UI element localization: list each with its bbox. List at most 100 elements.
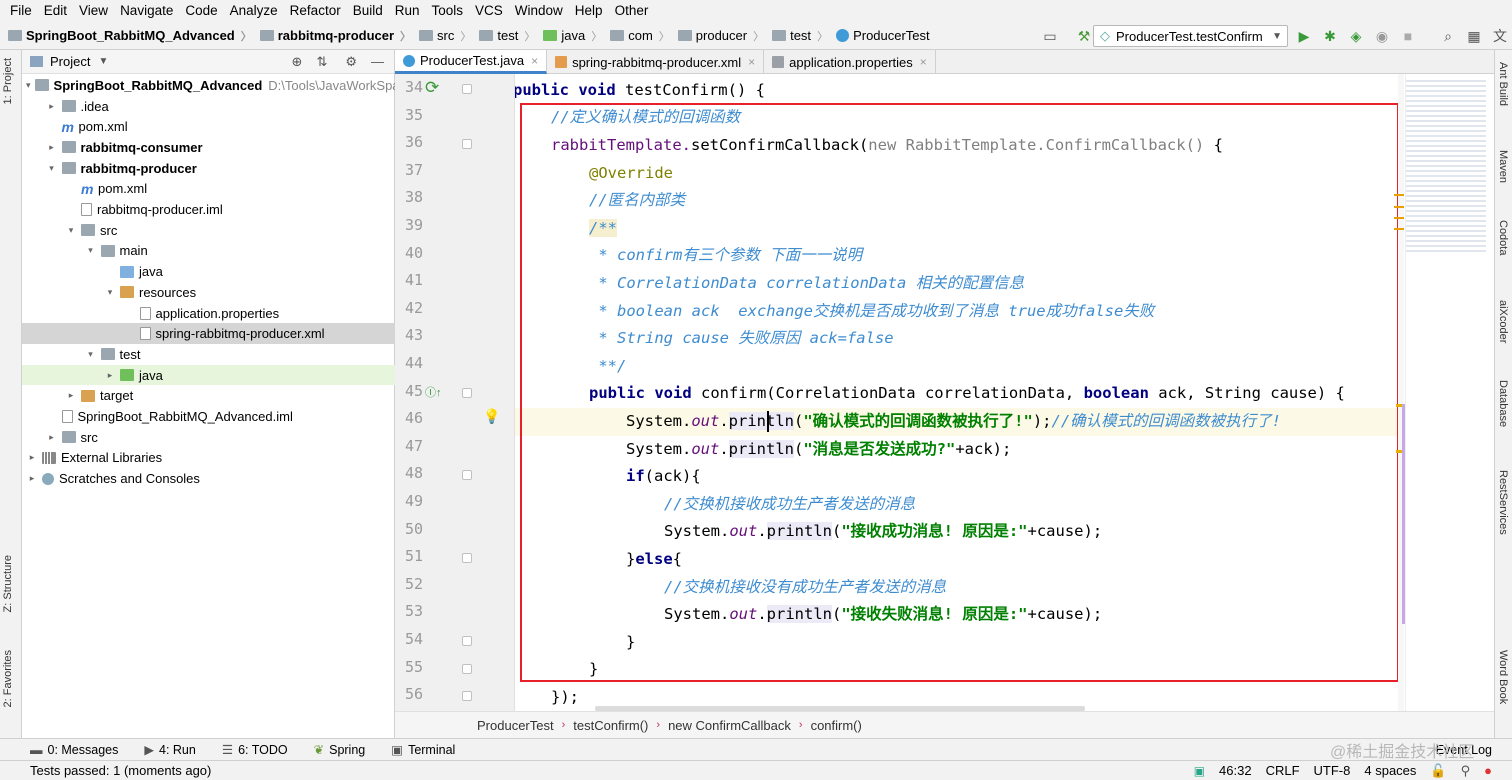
menu-build[interactable]: Build (347, 0, 389, 22)
tab-todo[interactable]: ☰ 6: TODO (222, 742, 288, 757)
tree-item-project-root[interactable]: ▾ SpringBoot_RabbitMQ_Advanced D:\Tools\Ja… (22, 75, 400, 96)
run-test-gutter-icon[interactable]: ⟳ (425, 78, 439, 98)
caret-position[interactable]: 46:32 (1219, 763, 1252, 778)
menu-view[interactable]: View (73, 0, 114, 22)
chevron-right-icon[interactable]: ▸ (26, 452, 38, 463)
menu-window[interactable]: Window (509, 0, 569, 22)
tree-item-test-java[interactable]: ▸ java (22, 364, 395, 386)
debug-icon[interactable]: ✱ (1320, 26, 1340, 46)
menu-tools[interactable]: Tools (426, 0, 470, 22)
tree-item-target[interactable]: ▸ target (22, 386, 395, 407)
menu-file[interactable]: File (4, 0, 38, 22)
chevron-down-icon[interactable]: ▾ (46, 163, 58, 174)
tree-item-root-src[interactable]: ▸ src (22, 427, 395, 448)
tree-item-pom[interactable]: m pom.xml (22, 116, 395, 137)
implements-gutter-icon[interactable]: Ⓘ↑ (425, 384, 442, 400)
tab-spring-rabbitmq-producer-xml[interactable]: spring-rabbitmq-producer.xml × (547, 50, 765, 74)
run-config-select[interactable]: ◇ ProducerTest.testConfirm ▼ (1093, 25, 1288, 47)
menu-vcs[interactable]: VCS (469, 0, 509, 22)
fold-marker-icon[interactable] (462, 84, 472, 94)
close-icon[interactable]: × (531, 54, 538, 68)
fold-marker-icon[interactable] (462, 663, 472, 674)
crumb-src[interactable]: src 〉 (411, 28, 471, 44)
chevron-right-icon[interactable]: ▸ (26, 473, 38, 484)
tab-project[interactable]: 1: Project (2, 58, 14, 104)
tab-word-book[interactable]: Word Book (1497, 650, 1509, 704)
fold-marker-icon[interactable] (462, 387, 472, 398)
gear-icon[interactable]: ⚙ (345, 54, 357, 70)
tab-favorites[interactable]: 2: Favorites (2, 650, 14, 707)
tree-item-producer-iml[interactable]: rabbitmq-producer.iml (22, 199, 395, 220)
close-icon[interactable]: × (920, 55, 927, 69)
tree-item-root-iml[interactable]: SpringBoot_RabbitMQ_Advanced.iml (22, 406, 395, 427)
tree-item-main-java[interactable]: java (22, 261, 395, 282)
crumb-confirm[interactable]: confirm() (811, 718, 862, 733)
crumb-confirmcallback[interactable]: new ConfirmCallback (668, 718, 791, 733)
crumb-producertest[interactable]: ProducerTest (477, 718, 554, 733)
translate-icon[interactable]: 文 (1490, 26, 1510, 46)
tab-structure[interactable]: Z: Structure (2, 555, 14, 612)
menu-help[interactable]: Help (569, 0, 609, 22)
editor-scrollbar-markers[interactable] (1394, 74, 1494, 711)
tree-item-test[interactable]: ▾ test (22, 344, 395, 365)
fold-marker-icon[interactable] (462, 470, 472, 481)
tab-ant-build[interactable]: Ant Build (1497, 62, 1509, 106)
error-icon[interactable]: ● (1484, 763, 1492, 778)
git-icon[interactable]: ⚲ (1461, 763, 1471, 779)
chevron-down-icon[interactable]: ▼ (98, 56, 108, 67)
chevron-right-icon[interactable]: ▸ (104, 370, 116, 381)
tab-run[interactable]: ▶ 4: Run (144, 742, 195, 757)
chevron-right-icon[interactable]: ▸ (46, 142, 58, 153)
menu-refactor[interactable]: Refactor (284, 0, 347, 22)
tab-terminal[interactable]: ▣ Terminal (391, 742, 455, 757)
chevron-down-icon[interactable]: ▾ (65, 225, 77, 236)
fold-marker-icon[interactable] (462, 553, 472, 564)
tree-item-producer-pom[interactable]: m pom.xml (22, 179, 395, 200)
tab-messages[interactable]: ▬ 0: Messages (30, 743, 118, 757)
crumb-class[interactable]: ProducerTest (828, 28, 930, 43)
run-icon[interactable]: ▶ (1294, 26, 1314, 46)
tab-restservices[interactable]: RestServices (1497, 470, 1509, 535)
crumb-module[interactable]: rabbitmq-producer 〉 (252, 28, 411, 44)
lightbulb-icon[interactable]: 💡 (483, 408, 500, 425)
tab-application-properties[interactable]: application.properties × (764, 50, 936, 74)
horizontal-scrollbar[interactable] (595, 706, 1085, 711)
fold-marker-icon[interactable] (462, 636, 472, 646)
fold-marker-icon[interactable] (462, 691, 472, 702)
menu-code[interactable]: Code (179, 0, 223, 22)
project-view-select[interactable]: Project (50, 54, 90, 69)
tab-maven[interactable]: Maven (1497, 150, 1509, 183)
menu-analyze[interactable]: Analyze (224, 0, 284, 22)
tree-item-main[interactable]: ▾ main (22, 241, 395, 262)
tree-item-application-properties[interactable]: application.properties (22, 303, 395, 324)
plugin-icon[interactable]: ▣ (1194, 764, 1205, 778)
project-structure-icon[interactable]: ▦ (1464, 26, 1484, 46)
chevron-down-icon[interactable]: ▾ (26, 80, 31, 91)
menu-navigate[interactable]: Navigate (114, 0, 179, 22)
profile-icon[interactable]: ◉ (1372, 26, 1392, 46)
tab-codota[interactable]: Codota (1497, 220, 1509, 255)
minimize-icon[interactable]: — (371, 54, 384, 70)
tree-item-external-libraries[interactable]: ▸ External Libraries (22, 448, 395, 469)
chevron-down-icon[interactable]: ▾ (85, 245, 97, 256)
crumb-testconfirm[interactable]: testConfirm() (573, 718, 648, 733)
search-icon[interactable]: ⌕ (1438, 26, 1458, 46)
tree-item-rabbitmq-consumer[interactable]: ▸ rabbitmq-consumer (22, 137, 395, 158)
tab-producertest-java[interactable]: ProducerTest.java × (395, 50, 548, 74)
tree-item-rabbitmq-producer[interactable]: ▾ rabbitmq-producer (22, 158, 395, 179)
chevron-down-icon[interactable]: ▾ (85, 349, 97, 360)
crumb-java[interactable]: java 〉 (535, 28, 602, 44)
menu-edit[interactable]: Edit (38, 0, 73, 22)
crumb-com[interactable]: com 〉 (602, 28, 670, 44)
indent-setting[interactable]: 4 spaces (1364, 763, 1416, 778)
code-editor[interactable]: public void testConfirm() { //定义确认模式的回调函… (515, 74, 1405, 711)
tree-item-spring-rabbitmq-producer-xml[interactable]: spring-rabbitmq-producer.xml (22, 323, 395, 345)
crumb-project[interactable]: SpringBoot_RabbitMQ_Advanced 〉 (0, 28, 252, 44)
status-message[interactable]: Tests passed: 1 (moments ago) (30, 763, 211, 778)
coverage-icon[interactable]: ◈ (1346, 26, 1366, 46)
close-icon[interactable]: × (748, 55, 755, 69)
build-hammer-icon[interactable]: ⚒ (1074, 26, 1094, 46)
lock-icon[interactable]: 🔓 (1430, 763, 1446, 779)
crumb-producer[interactable]: producer 〉 (670, 28, 764, 44)
chevron-right-icon[interactable]: ▸ (65, 390, 77, 401)
